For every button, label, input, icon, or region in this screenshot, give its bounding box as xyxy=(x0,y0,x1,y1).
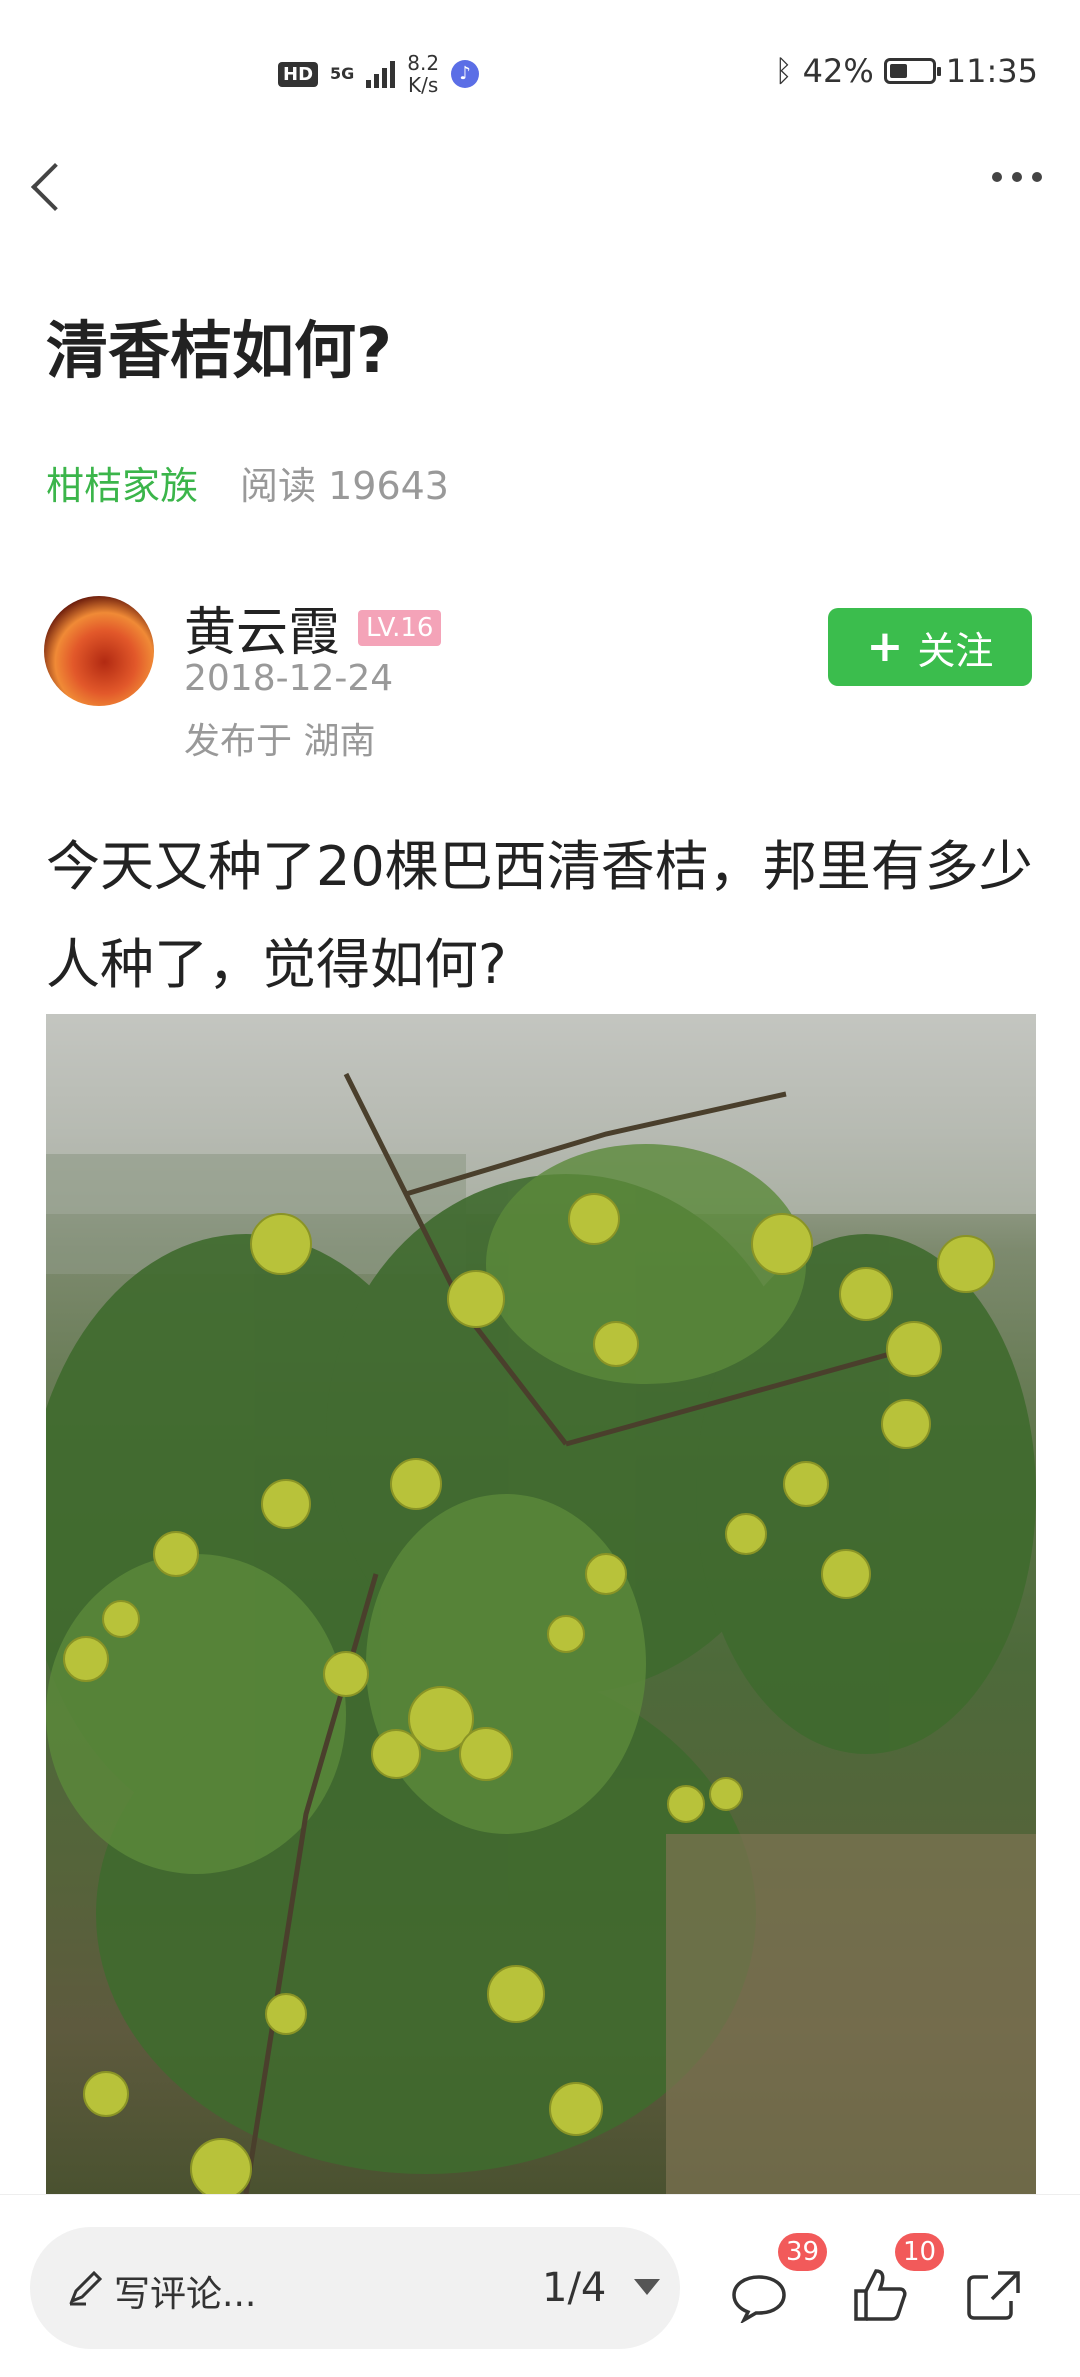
network-speed: 8.2 K/s xyxy=(407,52,439,96)
battery-fill xyxy=(889,64,907,78)
network-type: 5G xyxy=(330,64,355,83)
post-location: 发布于 湖南 xyxy=(184,721,376,762)
post-date: 2018-12-24 xyxy=(184,658,394,699)
author-row: 黄云霞 LV.16 xyxy=(184,590,442,665)
follow-label: 关注 xyxy=(917,628,994,673)
comment-input[interactable]: 写评论... 1/4 xyxy=(30,2227,680,2349)
back-icon[interactable] xyxy=(28,158,68,218)
bottom-bar: 写评论... 1/4 39 10 xyxy=(0,2194,1080,2377)
post-photo[interactable] xyxy=(46,1014,1036,2194)
avatar[interactable] xyxy=(44,596,154,706)
bluetooth-icon: ᛒ xyxy=(774,53,793,89)
post-meta: 柑桔家族 阅读 19643 xyxy=(46,455,449,510)
author-name[interactable]: 黄云霞 xyxy=(184,590,340,665)
level-badge: LV.16 xyxy=(358,609,442,646)
comment-placeholder: 写评论... xyxy=(114,2274,257,2315)
photo-illustration xyxy=(46,1014,1036,2194)
battery-icon xyxy=(883,58,941,84)
more-icon[interactable] xyxy=(992,172,1042,182)
post-content: 今天又种了20棵巴西清香桔，邦里有多少人种了，觉得如何? xyxy=(46,835,1033,996)
speed-value: 8.2 xyxy=(407,51,440,75)
speed-unit: K/s xyxy=(408,73,439,97)
share-icon[interactable] xyxy=(964,2267,1024,2323)
thumbs-up-icon[interactable] xyxy=(852,2265,908,2323)
status-left: HD 5G 8.2 K/s ♪ xyxy=(278,52,480,96)
pencil-icon xyxy=(69,2270,103,2306)
clock: 11:35 xyxy=(945,52,1038,90)
caret-down-icon[interactable] xyxy=(634,2279,660,2295)
like-count-badge: 10 xyxy=(895,2233,945,2271)
page-indicator[interactable]: 1/4 xyxy=(542,2265,606,2311)
plus-icon: + xyxy=(866,621,904,672)
read-count: 阅读 19643 xyxy=(240,464,449,508)
follow-button[interactable]: + 关注 xyxy=(828,608,1032,686)
group-link[interactable]: 柑桔家族 xyxy=(46,455,198,510)
post-title: 清香桔如何? xyxy=(46,314,392,387)
comment-count-badge: 39 xyxy=(778,2233,828,2271)
hd-badge: HD xyxy=(278,61,319,87)
music-icon: ♪ xyxy=(451,60,480,88)
comment-icon[interactable] xyxy=(730,2273,788,2323)
signal-icon xyxy=(366,60,396,88)
status-right: ᛒ 42% 11:35 xyxy=(775,52,1038,90)
battery-percent: 42% xyxy=(802,52,874,90)
status-bar: HD 5G 8.2 K/s ♪ ᛒ 42% 11:35 xyxy=(0,0,1080,150)
